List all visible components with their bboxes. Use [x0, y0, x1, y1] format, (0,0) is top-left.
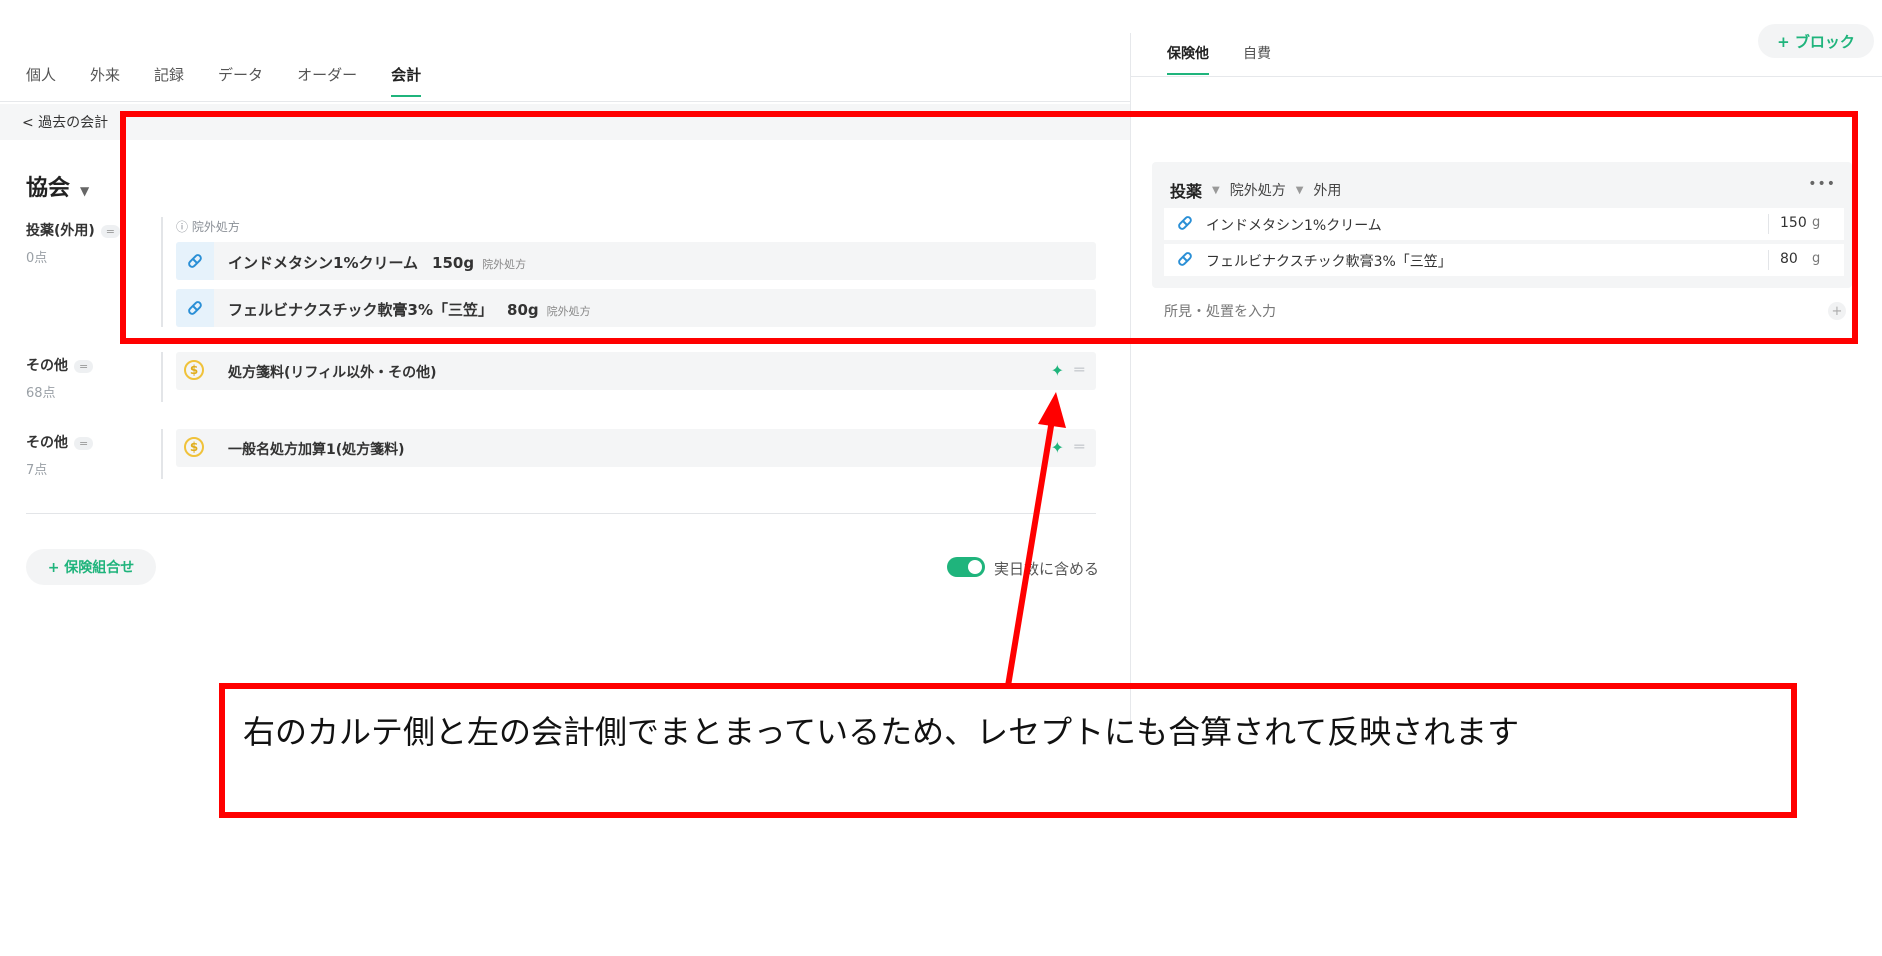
- annotation-text: 右のカルテ側と左の会計側でまとまっているため、レセプトにも合算されて反映されます: [243, 713, 1520, 751]
